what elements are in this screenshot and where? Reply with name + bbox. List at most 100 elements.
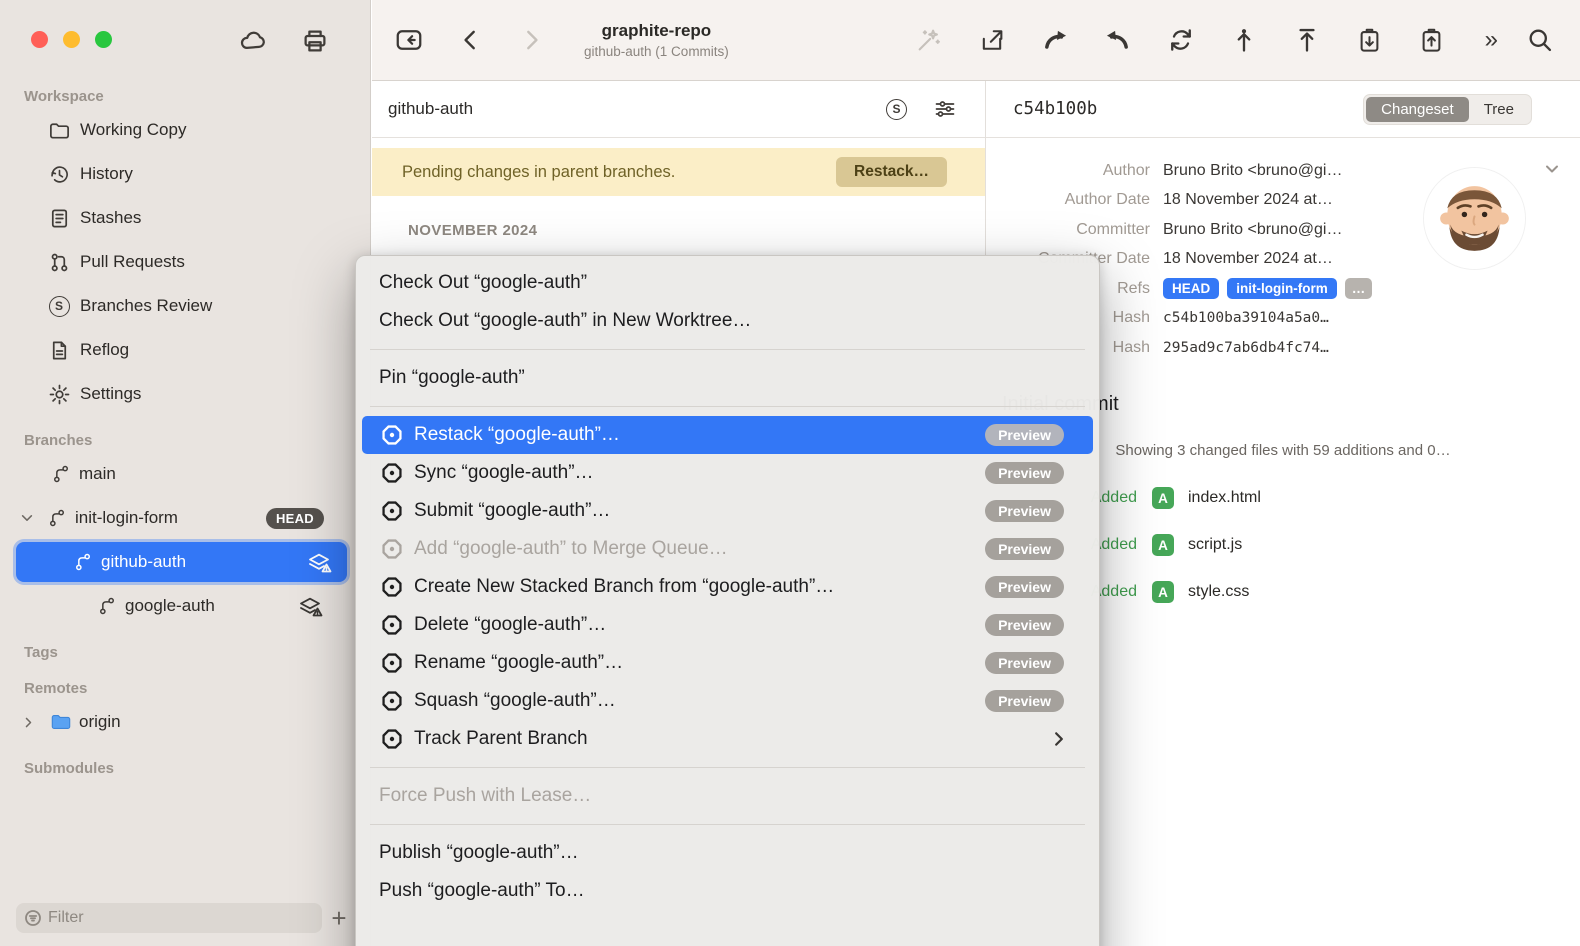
pull-icon[interactable]: [1041, 26, 1069, 54]
preview-badge: Preview: [985, 500, 1064, 522]
sidebar-branch-init-login-form[interactable]: init-login-form HEAD: [0, 496, 370, 540]
commit-short-hash: c54b100b: [1013, 99, 1097, 119]
sidebar-remote-origin[interactable]: origin: [0, 700, 370, 744]
workspace-section-header: Workspace: [0, 86, 370, 108]
filter-options-icon[interactable]: [933, 97, 957, 121]
sidebar-scroll: Workspace Working Copy History Stashes: [0, 72, 370, 886]
restack-warning-icon: [307, 550, 333, 574]
tab-tree[interactable]: Tree: [1469, 97, 1529, 122]
menu-item-sync[interactable]: Sync “google-auth”… Preview: [362, 454, 1093, 492]
graphite-octagon-icon: [381, 424, 403, 446]
menu-item-publish[interactable]: Publish “google-auth”…: [362, 834, 1093, 872]
printer-icon[interactable]: [300, 26, 330, 61]
chevron-right-icon[interactable]: [22, 716, 36, 729]
window-title-block: graphite-repo github-auth (1 Commits): [584, 21, 729, 59]
filter-input[interactable]: [16, 903, 322, 933]
remotes-section-header: Remotes: [0, 678, 370, 700]
menu-item-delete[interactable]: Delete “google-auth”… Preview: [362, 606, 1093, 644]
chevron-down-icon[interactable]: [20, 511, 34, 525]
menu-item-restack[interactable]: Restack “google-auth”… Preview: [362, 416, 1093, 454]
stash-save-icon[interactable]: [1356, 27, 1383, 54]
checkout-icon[interactable]: [978, 26, 1006, 54]
sidebar-item-branches-review[interactable]: Branches Review: [0, 284, 370, 328]
fetch-sync-icon[interactable]: [1167, 26, 1195, 54]
restack-banner-button[interactable]: Restack…: [836, 157, 947, 187]
sidebar-branch-github-auth[interactable]: github-auth: [16, 542, 347, 582]
author-expand-chevron-icon[interactable]: [1544, 161, 1560, 177]
minimize-window-button[interactable]: [63, 31, 80, 48]
menu-item-squash[interactable]: Squash “google-auth”… Preview: [362, 682, 1093, 720]
magic-wand-icon[interactable]: [915, 26, 943, 54]
sidebar-branch-main[interactable]: main: [0, 452, 370, 496]
commit-group-date-header: NOVEMBER 2024: [372, 222, 985, 239]
quick-launch-icon[interactable]: [394, 25, 424, 55]
branches-review-icon: [46, 296, 72, 317]
menu-item-checkout-worktree[interactable]: Check Out “google-auth” in New Worktree…: [362, 302, 1093, 340]
menu-item-track-parent-branch[interactable]: Track Parent Branch: [362, 720, 1093, 758]
menu-separator: [370, 349, 1085, 350]
preview-badge: Preview: [985, 462, 1064, 484]
view-mode-segmented-control: Changeset Tree: [1363, 94, 1532, 125]
remote-folder-icon: [50, 711, 72, 733]
ref-badge-more[interactable]: …: [1345, 278, 1373, 299]
branches-section-header: Branches: [0, 430, 370, 452]
stash-apply-icon[interactable]: [1418, 27, 1445, 54]
sidebar-branch-google-auth[interactable]: google-auth: [0, 584, 370, 628]
branch-label: main: [79, 464, 116, 484]
pull-request-icon: [46, 251, 72, 274]
menu-item-push-to[interactable]: Push “google-auth” To…: [362, 872, 1093, 910]
back-button[interactable]: [458, 27, 484, 53]
ref-badge-head: HEAD: [1163, 278, 1219, 299]
add-button[interactable]: +: [322, 903, 356, 933]
folder-icon: [46, 119, 72, 142]
preview-badge: Preview: [985, 538, 1064, 560]
sidebar-item-pull-requests[interactable]: Pull Requests: [0, 240, 370, 284]
sidebar-item-label: Pull Requests: [80, 252, 185, 272]
push-commit-icon[interactable]: [1293, 26, 1321, 54]
branch-icon: [50, 464, 72, 484]
search-icon[interactable]: [1526, 26, 1554, 54]
close-window-button[interactable]: [31, 31, 48, 48]
sidebar-item-settings[interactable]: Settings: [0, 372, 370, 416]
stacks-icon[interactable]: [886, 99, 907, 120]
branch-panel-header: github-auth: [372, 81, 985, 138]
sidebar-item-working-copy[interactable]: Working Copy: [0, 108, 370, 152]
sidebar-item-stashes[interactable]: Stashes: [0, 196, 370, 240]
sidebar-item-label: Working Copy: [80, 120, 186, 140]
menu-item-rename[interactable]: Rename “google-auth”… Preview: [362, 644, 1093, 682]
added-badge: A: [1152, 581, 1174, 603]
forward-button[interactable]: [518, 27, 544, 53]
gear-icon: [46, 383, 72, 406]
menu-item-pin[interactable]: Pin “google-auth”: [362, 359, 1093, 397]
graphite-octagon-icon: [381, 652, 403, 674]
app-window: Workspace Working Copy History Stashes: [0, 0, 1580, 946]
sidebar-item-reflog[interactable]: Reflog: [0, 328, 370, 372]
filter-icon: [24, 909, 42, 927]
push-icon[interactable]: [1104, 26, 1132, 54]
stashes-icon: [46, 207, 72, 230]
menu-separator: [370, 767, 1085, 768]
graphite-octagon-icon: [381, 576, 403, 598]
history-icon: [46, 163, 72, 186]
tags-section-header: Tags: [0, 642, 370, 664]
sidebar-item-history[interactable]: History: [0, 152, 370, 196]
cloud-icon[interactable]: [238, 26, 268, 61]
preview-badge: Preview: [985, 652, 1064, 674]
restack-banner-message: Pending changes in parent branches.: [402, 163, 675, 182]
toolbar: graphite-repo github-auth (1 Commits): [372, 0, 1580, 81]
menu-item-checkout[interactable]: Check Out “google-auth”: [362, 264, 1093, 302]
menu-item-add-to-merge-queue[interactable]: Add “google-auth” to Merge Queue… Previe…: [362, 530, 1093, 568]
graphite-octagon-icon: [381, 614, 403, 636]
menu-item-force-push-with-lease[interactable]: Force Push with Lease…: [362, 777, 1093, 815]
tab-changeset[interactable]: Changeset: [1366, 97, 1469, 122]
submenu-chevron-icon: [1050, 730, 1068, 748]
menu-item-submit[interactable]: Submit “google-auth”… Preview: [362, 492, 1093, 530]
zoom-window-button[interactable]: [95, 31, 112, 48]
sidebar-item-label: History: [80, 164, 133, 184]
remote-label: origin: [79, 712, 121, 732]
submodules-section-header: Submodules: [0, 758, 370, 780]
toolbar-overflow-button[interactable]: »: [1485, 28, 1498, 52]
branch-label: github-auth: [101, 552, 186, 572]
cherry-pick-icon[interactable]: [1230, 26, 1258, 54]
menu-item-create-stacked-branch[interactable]: Create New Stacked Branch from “google-a…: [362, 568, 1093, 606]
